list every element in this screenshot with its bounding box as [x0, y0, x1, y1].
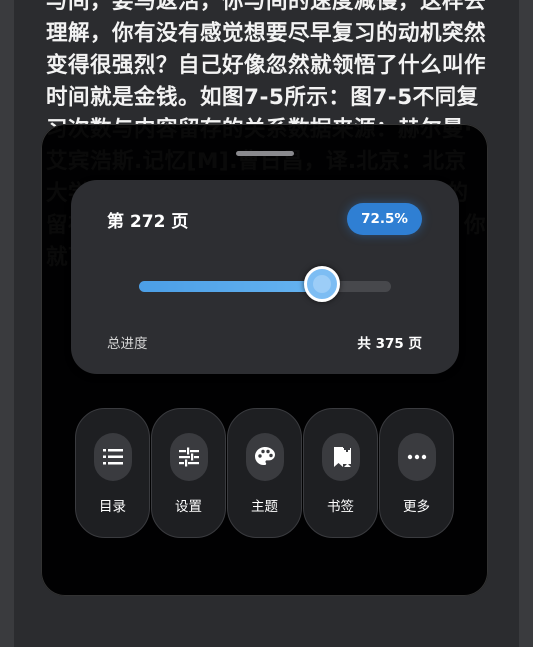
bookmark-icon [322, 433, 360, 481]
current-page-label: 第 272 页 [107, 212, 189, 232]
palette-icon [246, 433, 284, 481]
toc-label: 目录 [99, 499, 126, 515]
progress-slider[interactable] [139, 266, 391, 302]
list-icon [94, 433, 132, 481]
slider-thumb-center [313, 275, 331, 293]
bookmark-button[interactable]: 书签 [303, 408, 378, 538]
page-edge-left [0, 0, 14, 647]
toc-button[interactable]: 目录 [75, 408, 150, 538]
bookmark-label: 书签 [327, 499, 354, 515]
theme-button[interactable]: 主题 [227, 408, 302, 538]
progress-percent-badge: 72.5% [347, 203, 422, 235]
progress-slider-thumb[interactable] [304, 266, 340, 302]
more-label: 更多 [403, 499, 430, 515]
sliders-icon [170, 433, 208, 481]
progress-caption: 总进度 [107, 336, 148, 352]
theme-label: 主题 [251, 499, 278, 515]
panel-drag-handle[interactable] [236, 151, 294, 156]
more-button[interactable]: 更多 [379, 408, 454, 538]
total-pages-label: 共 375 页 [357, 336, 422, 352]
settings-button[interactable]: 设置 [151, 408, 226, 538]
settings-label: 设置 [175, 499, 202, 515]
more-icon [398, 433, 436, 481]
page-edge-right [519, 0, 533, 647]
progress-slider-fill [139, 281, 322, 292]
progress-card: 第 272 页 72.5% 总进度 共 375 页 [71, 180, 459, 374]
